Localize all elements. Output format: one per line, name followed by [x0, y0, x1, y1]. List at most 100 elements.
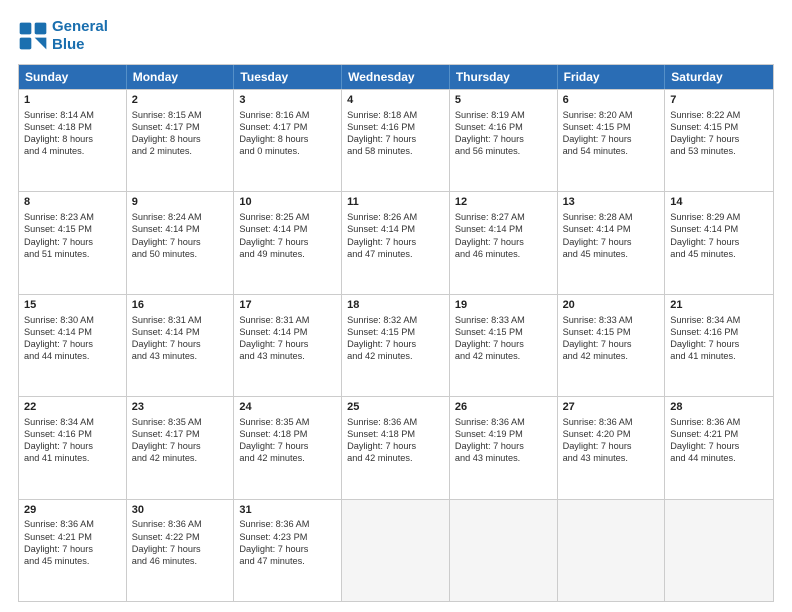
calendar-day-empty	[665, 500, 773, 601]
day-number: 24	[239, 400, 336, 415]
calendar-day-26: 26Sunrise: 8:36 AMSunset: 4:19 PMDayligh…	[450, 397, 558, 498]
calendar-page: General Blue SundayMondayTuesdayWednesda…	[0, 0, 792, 612]
calendar-day-15: 15Sunrise: 8:30 AMSunset: 4:14 PMDayligh…	[19, 295, 127, 396]
day-number: 3	[239, 93, 336, 108]
calendar-day-27: 27Sunrise: 8:36 AMSunset: 4:20 PMDayligh…	[558, 397, 666, 498]
day-info: Sunrise: 8:34 AMSunset: 4:16 PMDaylight:…	[24, 416, 121, 465]
day-info: Sunrise: 8:36 AMSunset: 4:21 PMDaylight:…	[24, 518, 121, 567]
calendar-day-7: 7Sunrise: 8:22 AMSunset: 4:15 PMDaylight…	[665, 90, 773, 191]
calendar-day-17: 17Sunrise: 8:31 AMSunset: 4:14 PMDayligh…	[234, 295, 342, 396]
calendar-day-20: 20Sunrise: 8:33 AMSunset: 4:15 PMDayligh…	[558, 295, 666, 396]
calendar-week-2: 8Sunrise: 8:23 AMSunset: 4:15 PMDaylight…	[19, 191, 773, 293]
day-number: 9	[132, 195, 229, 210]
calendar-day-11: 11Sunrise: 8:26 AMSunset: 4:14 PMDayligh…	[342, 192, 450, 293]
day-header-friday: Friday	[558, 65, 666, 89]
calendar-day-10: 10Sunrise: 8:25 AMSunset: 4:14 PMDayligh…	[234, 192, 342, 293]
day-info: Sunrise: 8:19 AMSunset: 4:16 PMDaylight:…	[455, 109, 552, 158]
calendar: SundayMondayTuesdayWednesdayThursdayFrid…	[18, 64, 774, 602]
day-info: Sunrise: 8:25 AMSunset: 4:14 PMDaylight:…	[239, 211, 336, 260]
day-number: 16	[132, 298, 229, 313]
day-info: Sunrise: 8:31 AMSunset: 4:14 PMDaylight:…	[132, 314, 229, 363]
day-number: 6	[563, 93, 660, 108]
calendar-day-19: 19Sunrise: 8:33 AMSunset: 4:15 PMDayligh…	[450, 295, 558, 396]
day-info: Sunrise: 8:27 AMSunset: 4:14 PMDaylight:…	[455, 211, 552, 260]
day-number: 19	[455, 298, 552, 313]
day-number: 1	[24, 93, 121, 108]
calendar-day-21: 21Sunrise: 8:34 AMSunset: 4:16 PMDayligh…	[665, 295, 773, 396]
calendar-day-6: 6Sunrise: 8:20 AMSunset: 4:15 PMDaylight…	[558, 90, 666, 191]
calendar-day-14: 14Sunrise: 8:29 AMSunset: 4:14 PMDayligh…	[665, 192, 773, 293]
day-info: Sunrise: 8:33 AMSunset: 4:15 PMDaylight:…	[563, 314, 660, 363]
calendar-header-row: SundayMondayTuesdayWednesdayThursdayFrid…	[19, 65, 773, 89]
calendar-day-empty	[342, 500, 450, 601]
day-info: Sunrise: 8:35 AMSunset: 4:17 PMDaylight:…	[132, 416, 229, 465]
calendar-day-9: 9Sunrise: 8:24 AMSunset: 4:14 PMDaylight…	[127, 192, 235, 293]
day-number: 28	[670, 400, 768, 415]
day-header-tuesday: Tuesday	[234, 65, 342, 89]
calendar-day-1: 1Sunrise: 8:14 AMSunset: 4:18 PMDaylight…	[19, 90, 127, 191]
calendar-day-12: 12Sunrise: 8:27 AMSunset: 4:14 PMDayligh…	[450, 192, 558, 293]
day-number: 10	[239, 195, 336, 210]
day-number: 27	[563, 400, 660, 415]
calendar-day-4: 4Sunrise: 8:18 AMSunset: 4:16 PMDaylight…	[342, 90, 450, 191]
day-info: Sunrise: 8:16 AMSunset: 4:17 PMDaylight:…	[239, 109, 336, 158]
day-number: 4	[347, 93, 444, 108]
day-number: 29	[24, 503, 121, 518]
day-number: 21	[670, 298, 768, 313]
day-info: Sunrise: 8:36 AMSunset: 4:23 PMDaylight:…	[239, 518, 336, 567]
day-info: Sunrise: 8:18 AMSunset: 4:16 PMDaylight:…	[347, 109, 444, 158]
day-info: Sunrise: 8:36 AMSunset: 4:20 PMDaylight:…	[563, 416, 660, 465]
day-number: 5	[455, 93, 552, 108]
day-number: 23	[132, 400, 229, 415]
day-header-wednesday: Wednesday	[342, 65, 450, 89]
calendar-day-5: 5Sunrise: 8:19 AMSunset: 4:16 PMDaylight…	[450, 90, 558, 191]
day-header-thursday: Thursday	[450, 65, 558, 89]
day-info: Sunrise: 8:15 AMSunset: 4:17 PMDaylight:…	[132, 109, 229, 158]
day-number: 14	[670, 195, 768, 210]
calendar-day-31: 31Sunrise: 8:36 AMSunset: 4:23 PMDayligh…	[234, 500, 342, 601]
day-number: 8	[24, 195, 121, 210]
day-number: 15	[24, 298, 121, 313]
day-info: Sunrise: 8:33 AMSunset: 4:15 PMDaylight:…	[455, 314, 552, 363]
logo: General Blue	[18, 18, 108, 54]
day-number: 31	[239, 503, 336, 518]
day-header-sunday: Sunday	[19, 65, 127, 89]
calendar-day-30: 30Sunrise: 8:36 AMSunset: 4:22 PMDayligh…	[127, 500, 235, 601]
day-header-monday: Monday	[127, 65, 235, 89]
day-number: 18	[347, 298, 444, 313]
calendar-day-24: 24Sunrise: 8:35 AMSunset: 4:18 PMDayligh…	[234, 397, 342, 498]
calendar-day-22: 22Sunrise: 8:34 AMSunset: 4:16 PMDayligh…	[19, 397, 127, 498]
day-number: 2	[132, 93, 229, 108]
day-number: 22	[24, 400, 121, 415]
calendar-day-empty	[450, 500, 558, 601]
calendar-day-18: 18Sunrise: 8:32 AMSunset: 4:15 PMDayligh…	[342, 295, 450, 396]
day-info: Sunrise: 8:36 AMSunset: 4:21 PMDaylight:…	[670, 416, 768, 465]
day-info: Sunrise: 8:29 AMSunset: 4:14 PMDaylight:…	[670, 211, 768, 260]
day-info: Sunrise: 8:30 AMSunset: 4:14 PMDaylight:…	[24, 314, 121, 363]
calendar-week-3: 15Sunrise: 8:30 AMSunset: 4:14 PMDayligh…	[19, 294, 773, 396]
day-number: 11	[347, 195, 444, 210]
day-info: Sunrise: 8:35 AMSunset: 4:18 PMDaylight:…	[239, 416, 336, 465]
calendar-day-8: 8Sunrise: 8:23 AMSunset: 4:15 PMDaylight…	[19, 192, 127, 293]
day-info: Sunrise: 8:22 AMSunset: 4:15 PMDaylight:…	[670, 109, 768, 158]
day-info: Sunrise: 8:20 AMSunset: 4:15 PMDaylight:…	[563, 109, 660, 158]
day-info: Sunrise: 8:24 AMSunset: 4:14 PMDaylight:…	[132, 211, 229, 260]
day-number: 7	[670, 93, 768, 108]
calendar-week-5: 29Sunrise: 8:36 AMSunset: 4:21 PMDayligh…	[19, 499, 773, 601]
header: General Blue	[18, 18, 774, 54]
day-header-saturday: Saturday	[665, 65, 773, 89]
day-info: Sunrise: 8:36 AMSunset: 4:19 PMDaylight:…	[455, 416, 552, 465]
calendar-day-3: 3Sunrise: 8:16 AMSunset: 4:17 PMDaylight…	[234, 90, 342, 191]
calendar-week-1: 1Sunrise: 8:14 AMSunset: 4:18 PMDaylight…	[19, 89, 773, 191]
calendar-day-13: 13Sunrise: 8:28 AMSunset: 4:14 PMDayligh…	[558, 192, 666, 293]
day-number: 20	[563, 298, 660, 313]
day-info: Sunrise: 8:36 AMSunset: 4:18 PMDaylight:…	[347, 416, 444, 465]
day-info: Sunrise: 8:14 AMSunset: 4:18 PMDaylight:…	[24, 109, 121, 158]
day-number: 26	[455, 400, 552, 415]
day-number: 13	[563, 195, 660, 210]
calendar-body: 1Sunrise: 8:14 AMSunset: 4:18 PMDaylight…	[19, 89, 773, 601]
day-number: 17	[239, 298, 336, 313]
day-info: Sunrise: 8:28 AMSunset: 4:14 PMDaylight:…	[563, 211, 660, 260]
day-info: Sunrise: 8:31 AMSunset: 4:14 PMDaylight:…	[239, 314, 336, 363]
day-number: 30	[132, 503, 229, 518]
